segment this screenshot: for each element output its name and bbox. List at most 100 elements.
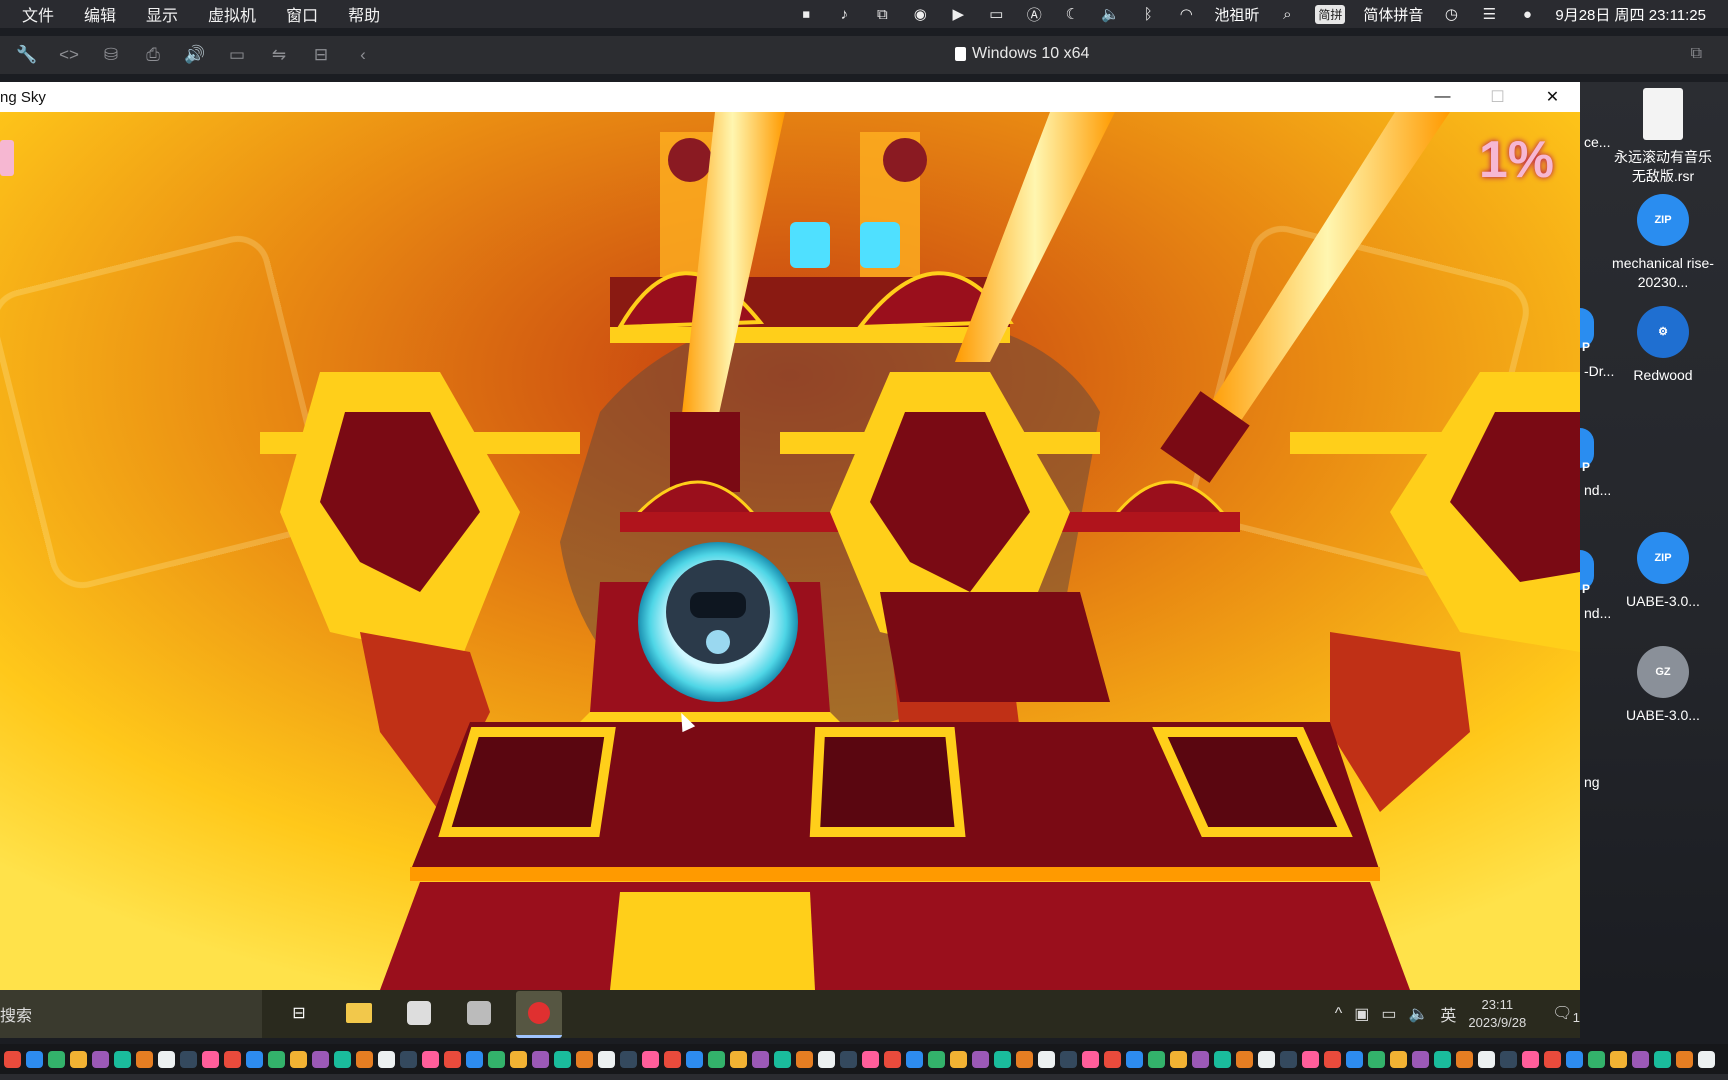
tiktok-icon[interactable]: ♪ (834, 5, 854, 23)
dock-app-icon[interactable] (884, 1050, 901, 1068)
dock-app-icon[interactable] (1258, 1050, 1275, 1068)
dock-app-icon[interactable] (972, 1050, 989, 1068)
desktop-file-gz-uabe[interactable]: GZ UABE-3.0... (1608, 646, 1718, 725)
menu-edit[interactable]: 编辑 (84, 2, 116, 26)
dock-app-icon[interactable] (1456, 1050, 1473, 1068)
dock-app-icon[interactable] (1434, 1050, 1451, 1068)
dock-app-icon[interactable] (1346, 1050, 1363, 1068)
dock-app-icon[interactable] (1390, 1050, 1407, 1068)
unity-hub-icon[interactable] (456, 991, 502, 1035)
dock-app-icon[interactable] (158, 1050, 175, 1068)
game-titlebar[interactable]: ng Sky — ☐ ✕ (0, 82, 1580, 112)
wrench-icon[interactable]: 🔧 (16, 45, 38, 65)
dock-app-icon[interactable] (1698, 1050, 1715, 1068)
dock-app-icon[interactable] (928, 1050, 945, 1068)
app-icon[interactable]: ◉ (910, 5, 930, 23)
dock-app-icon[interactable] (1544, 1050, 1561, 1068)
wifi-icon[interactable]: ◠ (1176, 5, 1196, 23)
dock-app-icon[interactable] (202, 1050, 219, 1068)
dock-app-icon[interactable] (554, 1050, 571, 1068)
dock-app-icon[interactable] (1060, 1050, 1077, 1068)
minimize-button[interactable]: — (1415, 82, 1470, 112)
dock-app-icon[interactable] (1236, 1050, 1253, 1068)
dock-app-icon[interactable] (664, 1050, 681, 1068)
language-indicator[interactable]: 英 (1440, 1002, 1456, 1026)
menubar-datetime[interactable]: 9月28日 周四 23:11:25 (1555, 4, 1706, 25)
dock-app-icon[interactable] (752, 1050, 769, 1068)
menu-vm[interactable]: 虚拟机 (208, 2, 256, 26)
time-machine-icon[interactable]: ◷ (1441, 5, 1461, 23)
taskbar-search[interactable]: 搜索 (0, 990, 262, 1038)
fullscreen-icon[interactable]: ⧉ (1691, 45, 1702, 63)
peek-label[interactable]: nd... (1584, 482, 1611, 498)
dock-app-icon[interactable] (1478, 1050, 1495, 1068)
menu-window[interactable]: 窗口 (286, 2, 318, 26)
file-explorer-icon[interactable] (336, 991, 382, 1035)
dock-app-icon[interactable] (1302, 1050, 1319, 1068)
display-icon[interactable]: ▭ (1381, 1004, 1396, 1024)
dock-app-icon[interactable] (48, 1050, 65, 1068)
dock-app-icon[interactable] (818, 1050, 835, 1068)
play-icon[interactable]: ▶ (948, 5, 968, 23)
chevron-up-icon[interactable]: ^ (1335, 1005, 1343, 1023)
dock-app-icon[interactable] (444, 1050, 461, 1068)
dock-app-icon[interactable] (1170, 1050, 1187, 1068)
maximize-button[interactable]: ☐ (1470, 82, 1525, 112)
camera-icon[interactable]: ▭ (226, 45, 248, 65)
dock-app-icon[interactable] (1566, 1050, 1583, 1068)
desktop-file-zip-mechanical[interactable]: ZIP mechanical rise-20230... (1608, 194, 1718, 292)
stop-icon[interactable]: ⏹ (796, 5, 816, 23)
dock-app-icon[interactable] (532, 1050, 549, 1068)
taskbar-clock[interactable]: 23:11 2023/9/28 (1468, 996, 1526, 1032)
printer-icon[interactable]: ⎙ (142, 45, 164, 65)
desktop-file-rsr[interactable]: 永远滚动有音乐无敌版.rsr (1608, 88, 1718, 186)
dock-app-icon[interactable] (1368, 1050, 1385, 1068)
dock-app-icon[interactable] (1126, 1050, 1143, 1068)
dock-app-icon[interactable] (268, 1050, 285, 1068)
dock-app-icon[interactable] (1148, 1050, 1165, 1068)
dock-app-icon[interactable] (620, 1050, 637, 1068)
volume-icon[interactable]: 🔈 (1100, 5, 1120, 23)
dock-app-icon[interactable] (862, 1050, 879, 1068)
dock-app-icon[interactable] (356, 1050, 373, 1068)
sound-icon[interactable]: 🔊 (184, 45, 206, 65)
dock-app-icon[interactable] (1522, 1050, 1539, 1068)
dock-app-icon[interactable] (510, 1050, 527, 1068)
dock-app-icon[interactable] (334, 1050, 351, 1068)
dock-app-icon[interactable] (224, 1050, 241, 1068)
dock-app-icon[interactable] (576, 1050, 593, 1068)
dock-app-icon[interactable] (70, 1050, 87, 1068)
dock-app-icon[interactable] (1654, 1050, 1671, 1068)
dock-app-icon[interactable] (92, 1050, 109, 1068)
dock-app-icon[interactable] (1192, 1050, 1209, 1068)
peek-label[interactable]: ce... (1584, 134, 1610, 150)
chevron-left-icon[interactable]: ‹ (352, 45, 374, 65)
desktop-file-zip-uabe[interactable]: ZIP UABE-3.0... (1608, 532, 1718, 611)
dock-app-icon[interactable] (950, 1050, 967, 1068)
dock-app-icon[interactable] (1016, 1050, 1033, 1068)
dock-app-icon[interactable] (312, 1050, 329, 1068)
dock-app-icon[interactable] (1280, 1050, 1297, 1068)
dock-app-icon[interactable] (1610, 1050, 1627, 1068)
dock-app-icon[interactable] (4, 1050, 21, 1068)
dock-app-icon[interactable] (1588, 1050, 1605, 1068)
dock-app-icon[interactable] (400, 1050, 417, 1068)
task-view-icon[interactable]: ⊟ (276, 991, 322, 1035)
dock-app-icon[interactable] (422, 1050, 439, 1068)
ime-label[interactable]: 简体拼音 (1363, 4, 1423, 25)
menu-file[interactable]: 文件 (22, 2, 54, 26)
dock-app-icon[interactable] (686, 1050, 703, 1068)
menu-help[interactable]: 帮助 (348, 2, 380, 26)
dock-app-icon[interactable] (246, 1050, 263, 1068)
dock-app-icon[interactable] (840, 1050, 857, 1068)
dock-app-icon[interactable] (1412, 1050, 1429, 1068)
dock-app-icon[interactable] (1082, 1050, 1099, 1068)
volume-icon[interactable]: 🔈 (1408, 1004, 1428, 1024)
dock-app-icon[interactable] (26, 1050, 43, 1068)
game-scene[interactable]: 1% (0, 112, 1580, 990)
dock-app-icon[interactable] (994, 1050, 1011, 1068)
close-button[interactable]: ✕ (1525, 82, 1580, 112)
dock-app-icon[interactable] (708, 1050, 725, 1068)
moon-icon[interactable]: ☾ (1062, 5, 1082, 23)
search-icon[interactable]: ⌕ (1277, 5, 1297, 23)
